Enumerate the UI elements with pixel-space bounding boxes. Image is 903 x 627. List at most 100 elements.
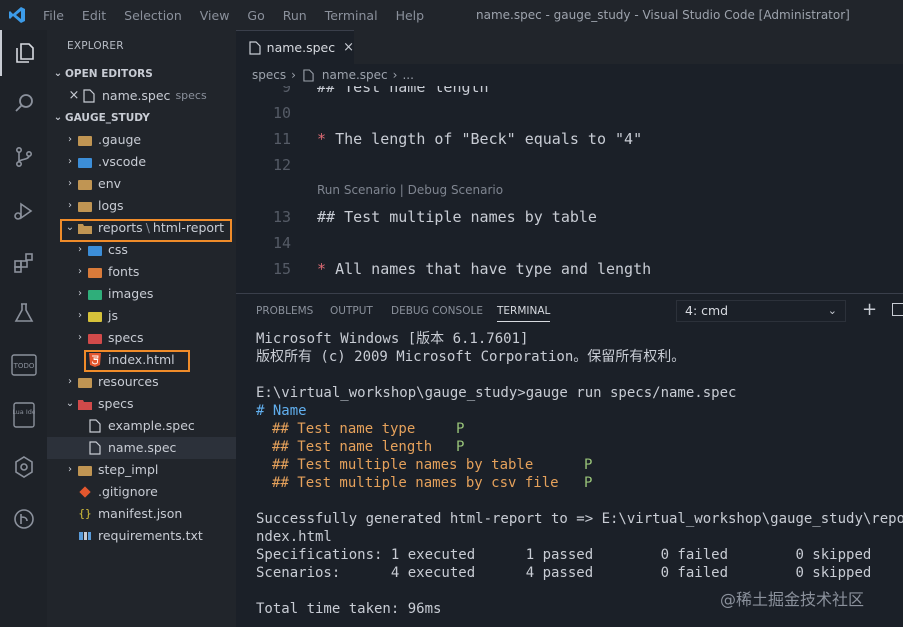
split-terminal-icon[interactable] [892, 303, 903, 316]
tree-file-manifest-json[interactable]: {} manifest.json [47, 503, 236, 525]
line-text: ## Test name length [317, 86, 489, 96]
tree-file-gitignore[interactable]: .gitignore [47, 481, 236, 503]
menu-selection[interactable]: Selection [115, 8, 191, 23]
chevron-right-icon: › [68, 156, 72, 167]
pass-mark: P [584, 457, 593, 473]
search-icon[interactable] [0, 80, 47, 126]
source-control-icon[interactable] [0, 134, 47, 180]
tab-terminal[interactable]: TERMINAL [497, 305, 551, 322]
tab-label: name.spec [266, 40, 336, 55]
code-editor[interactable]: 9 ## Test name length 10 11 * The length… [236, 86, 903, 293]
testing-flask-icon[interactable] [0, 290, 47, 336]
tree-folder-step-impl[interactable]: › step_impl [47, 459, 236, 481]
tree-folder-images[interactable]: › images [47, 283, 236, 305]
close-icon[interactable]: × [67, 85, 81, 107]
tree-label: manifest.json [98, 506, 183, 521]
breadcrumb-file[interactable]: name.spec [322, 68, 388, 82]
tree-folder-reports[interactable]: ⌄ reports \ html-report [47, 217, 236, 239]
terminal-line: # Name [256, 403, 307, 419]
chevron-right-icon: › [68, 178, 72, 189]
git-graph-icon[interactable] [0, 496, 47, 542]
tree-folder-css[interactable]: › css [47, 239, 236, 261]
tree-folder-env[interactable]: › env [47, 173, 236, 195]
window-title: name.spec - gauge_study - Visual Studio … [476, 8, 850, 22]
file-icon [87, 441, 103, 455]
tree-folder-js[interactable]: › js [47, 305, 236, 327]
open-editor-name: name.spec [102, 88, 171, 103]
tree-file-name-spec[interactable]: name.spec [47, 437, 236, 459]
menu-help[interactable]: Help [387, 8, 434, 23]
menu-view[interactable]: View [191, 8, 239, 23]
activity-bar: TODO Lua Ide [0, 30, 47, 627]
menu-terminal[interactable]: Terminal [316, 8, 387, 23]
menu-edit[interactable]: Edit [73, 8, 115, 23]
open-editors-section[interactable]: ⌄ OPEN EDITORS [47, 63, 236, 85]
step-text: The length of "Beck" equals to "4" [335, 130, 643, 148]
menu-run[interactable]: Run [274, 8, 316, 23]
open-editor-item[interactable]: × name.spec specs [47, 85, 236, 107]
code-line: 12 [236, 152, 903, 178]
tree-file-requirements-txt[interactable]: requirements.txt [47, 525, 236, 547]
folder-icon [77, 375, 93, 389]
extensions-icon[interactable] [0, 240, 47, 286]
line-number: 9 [281, 86, 291, 96]
terminal-scenario-line: ## Test name type P [256, 420, 903, 438]
tree-folder-vscode[interactable]: › .vscode [47, 151, 236, 173]
tab-name-spec[interactable]: name.spec × [236, 30, 354, 64]
terminal-select[interactable]: 4: cmd ⌄ [676, 300, 846, 322]
tree-label: env [98, 176, 122, 191]
title-bar: File Edit Selection View Go Run Terminal… [0, 0, 903, 30]
scenario-name: ## Test name length [272, 439, 433, 455]
terminal-blank [256, 366, 903, 384]
tree-file-index-html[interactable]: index.html [47, 349, 236, 371]
watermark: @稀土掘金技术社区 [720, 590, 865, 609]
line-number: 14 [272, 234, 291, 252]
terminal-line: ndex.html [256, 529, 332, 545]
line-number: 15 [272, 260, 291, 278]
menu-file[interactable]: File [34, 8, 73, 23]
files-icon[interactable] [0, 30, 47, 76]
tree-folder-logs[interactable]: › logs [47, 195, 236, 217]
tree-label: index.html [108, 352, 175, 367]
tree-folder-fonts[interactable]: › fonts [47, 261, 236, 283]
tree-folder-resources[interactable]: › resources [47, 371, 236, 393]
tree-label: fonts [108, 264, 140, 279]
breadcrumb-more[interactable]: ... [402, 68, 413, 82]
json-braces-icon: {} [78, 507, 92, 520]
tree-label-sub: html-report [152, 220, 225, 235]
terminal-select-value: 4: cmd [685, 303, 729, 318]
gitlens-icon[interactable] [0, 444, 47, 490]
chevron-right-icon: › [68, 134, 72, 145]
tab-debug-console[interactable]: DEBUG CONSOLE [391, 305, 483, 317]
todo-icon[interactable]: TODO [0, 342, 47, 388]
breadcrumb-specs[interactable]: specs [252, 68, 286, 82]
chevron-right-icon: › [78, 244, 82, 255]
terminal-line: Microsoft Windows [版本 6.1.7601] [256, 331, 529, 347]
bullet-marker: * [317, 130, 327, 148]
tab-problems[interactable]: PROBLEMS [256, 305, 313, 317]
line-text: * The length of "Beck" equals to "4" [317, 126, 642, 152]
tree-label: name.spec [108, 440, 177, 455]
menu-go[interactable]: Go [238, 8, 273, 23]
html5-icon [87, 353, 103, 367]
add-terminal-icon[interactable]: + [862, 299, 877, 320]
file-icon [81, 89, 97, 103]
terminal-blank [256, 492, 903, 510]
tree-folder-specs[interactable]: ⌄ specs [47, 393, 236, 415]
folder-icon [77, 463, 93, 477]
tree-folder-report-specs[interactable]: › specs [47, 327, 236, 349]
tab-output[interactable]: OUTPUT [330, 305, 373, 317]
lua-ide-icon[interactable]: Lua Ide [0, 392, 47, 438]
terminal-line: E:\virtual_workshop\gauge_study>gauge ru… [256, 385, 737, 401]
tree-folder-gauge[interactable]: › .gauge [47, 129, 236, 151]
tree-file-example-spec[interactable]: example.spec [47, 415, 236, 437]
workspace-section[interactable]: ⌄ GAUGE_STUDY [47, 107, 236, 129]
close-icon[interactable]: × [343, 40, 354, 55]
explorer-sidebar: EXPLORER ⌄ OPEN EDITORS × name.spec spec… [47, 30, 236, 627]
codelens-run-debug[interactable]: Run Scenario | Debug Scenario [317, 183, 503, 197]
run-debug-icon[interactable] [0, 188, 47, 234]
pass-mark: P [584, 475, 593, 491]
terminal-output[interactable]: Microsoft Windows [版本 6.1.7601] 版权所有 (c)… [256, 330, 903, 618]
line-number: 11 [272, 130, 291, 148]
workspace-label: GAUGE_STUDY [65, 112, 150, 124]
